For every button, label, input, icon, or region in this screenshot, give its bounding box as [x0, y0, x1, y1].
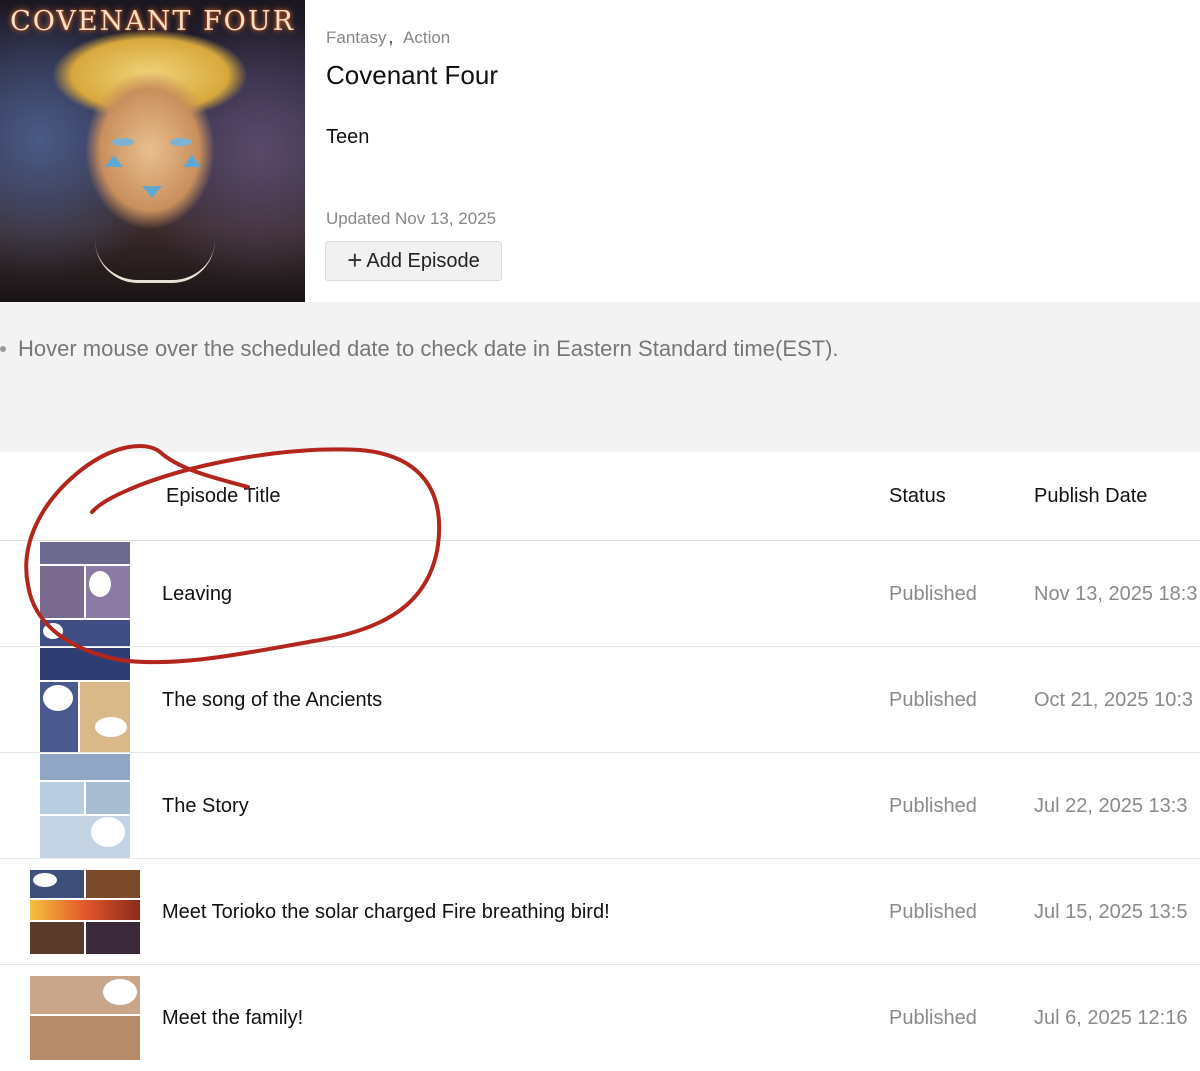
- episode-title[interactable]: The Story: [162, 795, 249, 818]
- series-cover-image[interactable]: COVENANT FOUR: [0, 0, 305, 302]
- genre-tag[interactable]: Fantasy: [326, 28, 386, 47]
- episode-status: Published: [889, 1007, 977, 1029]
- cover-art-detail: [105, 155, 123, 167]
- episode-row[interactable]: Leaving Published Nov 13, 2025 18:3: [0, 541, 1200, 647]
- episode-publish-date[interactable]: Jul 22, 2025 13:3: [1034, 795, 1187, 818]
- episode-row[interactable]: Meet the family! Published Jul 6, 2025 1…: [0, 965, 1200, 1071]
- plus-icon: +: [347, 245, 363, 275]
- episode-row[interactable]: The song of the Ancients Published Oct 2…: [0, 647, 1200, 753]
- notice-panel: [0, 302, 1200, 452]
- genre-list: Fantasy, Action: [326, 28, 450, 48]
- episode-publish-date[interactable]: Jul 6, 2025 12:16: [1034, 1007, 1187, 1030]
- episode-publish-date[interactable]: Nov 13, 2025 18:3: [1034, 583, 1197, 606]
- episode-title[interactable]: The song of the Ancients: [162, 689, 382, 712]
- cover-art-detail: [95, 240, 215, 283]
- episode-row[interactable]: The Story Published Jul 22, 2025 13:3: [0, 753, 1200, 859]
- bullet-icon: [0, 346, 6, 352]
- cover-title: COVENANT FOUR: [10, 6, 295, 37]
- age-rating: Teen: [326, 126, 370, 148]
- episode-status: Published: [889, 583, 977, 605]
- episode-row[interactable]: Meet Torioko the solar charged Fire brea…: [0, 859, 1200, 965]
- cover-art-detail: [183, 155, 201, 167]
- episode-thumbnail[interactable]: [29, 869, 141, 955]
- add-episode-button[interactable]: + Add Episode: [325, 241, 502, 281]
- genre-separator: ,: [388, 28, 394, 47]
- episode-thumbnail[interactable]: [39, 541, 131, 647]
- column-header-status: Status: [889, 485, 946, 507]
- episode-title[interactable]: Leaving: [162, 583, 232, 606]
- episode-title[interactable]: Meet Torioko the solar charged Fire brea…: [162, 901, 610, 924]
- add-episode-label: Add Episode: [366, 249, 480, 272]
- cover-art-detail: [112, 138, 134, 146]
- series-header: COVENANT FOUR Fantasy, Action Covenant F…: [0, 0, 1200, 302]
- episode-thumbnail[interactable]: [39, 647, 131, 753]
- cover-art-detail: [142, 186, 162, 198]
- episode-publish-date[interactable]: Jul 15, 2025 13:5: [1034, 901, 1187, 924]
- episode-status: Published: [889, 901, 977, 923]
- updated-date: Updated Nov 13, 2025: [326, 209, 497, 228]
- episode-thumbnail[interactable]: [39, 753, 131, 859]
- episode-status: Published: [889, 795, 977, 817]
- genre-tag[interactable]: Action: [403, 28, 450, 47]
- series-title: Covenant Four: [326, 60, 498, 90]
- notice-text: Hover mouse over the scheduled date to c…: [18, 336, 839, 361]
- column-header-title: Episode Title: [166, 485, 281, 507]
- episode-thumbnail[interactable]: [29, 975, 141, 1061]
- column-header-publish-date: Publish Date: [1034, 485, 1148, 507]
- episode-publish-date[interactable]: Oct 21, 2025 10:3: [1034, 689, 1193, 712]
- cover-art-detail: [170, 138, 192, 146]
- episode-title[interactable]: Meet the family!: [162, 1007, 303, 1030]
- episode-status: Published: [889, 689, 977, 711]
